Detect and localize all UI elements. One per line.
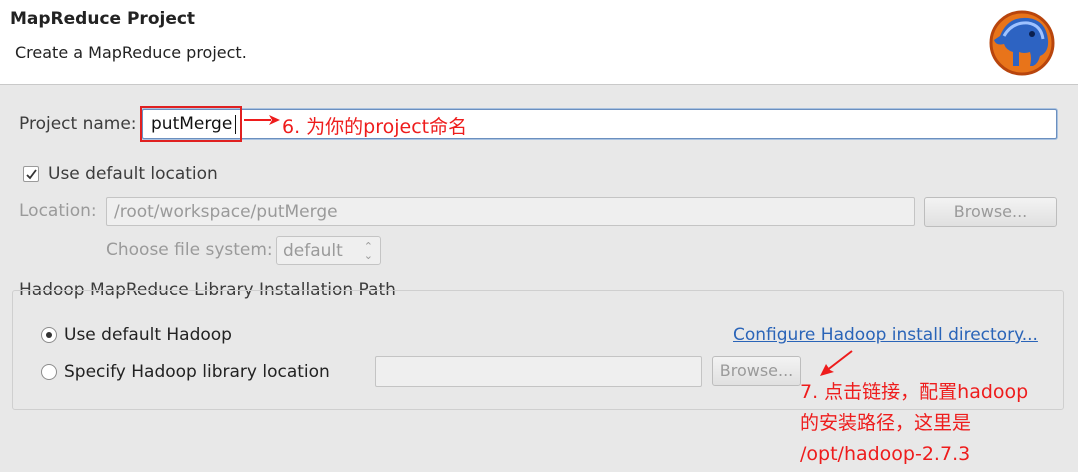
location-browse-button: Browse... (924, 197, 1057, 227)
annotation-arrow-icon (244, 115, 280, 125)
specify-hadoop-location-radio[interactable] (41, 364, 57, 380)
use-default-location-checkbox[interactable] (23, 166, 39, 182)
project-name-label: Project name: (19, 114, 137, 134)
wizard-title: MapReduce Project (10, 9, 196, 29)
configure-hadoop-link[interactable]: Configure Hadoop install directory... (733, 325, 1038, 345)
use-default-hadoop-radio[interactable] (41, 327, 57, 343)
specify-hadoop-location-label[interactable]: Specify Hadoop library location (64, 362, 330, 382)
use-default-location-label[interactable]: Use default location (48, 164, 218, 184)
annotation-step-7: 7. 点击链接，配置hadoop 的安装路径，这里是 /opt/hadoop-2… (800, 377, 1028, 470)
location-label: Location: (19, 201, 97, 221)
hadoop-elephant-logo-icon (989, 10, 1055, 76)
use-default-hadoop-label[interactable]: Use default Hadoop (64, 325, 232, 345)
annotation-highlight-box (140, 106, 242, 142)
annotation-step-6: 6. 为你的project命名 (282, 116, 468, 138)
wizard-banner: MapReduce Project Create a MapReduce pro… (0, 0, 1078, 85)
location-value: /root/workspace/putMerge (114, 202, 338, 222)
annotation-step-7-line: 7. 点击链接，配置hadoop (800, 381, 1029, 403)
wizard-description: Create a MapReduce project. (15, 43, 247, 62)
file-system-value: default (283, 241, 343, 261)
file-system-label: Choose file system: (106, 240, 273, 260)
spinner-arrows-icon: ⌃ ⌄ (363, 240, 373, 262)
annotation-step-7-line: 的安装路径，这里是 (800, 412, 972, 434)
radio-selected-dot (46, 332, 52, 338)
annotation-step-7-line: /opt/hadoop-2.7.3 (800, 443, 971, 465)
hadoop-library-location-input (375, 356, 702, 387)
annotation-arrow-7-icon (820, 350, 853, 376)
location-input: /root/workspace/putMerge (106, 197, 915, 226)
checkmark-icon (26, 169, 37, 180)
hadoop-library-browse-button: Browse... (712, 356, 801, 386)
file-system-select: default ⌃ ⌄ (276, 236, 381, 265)
